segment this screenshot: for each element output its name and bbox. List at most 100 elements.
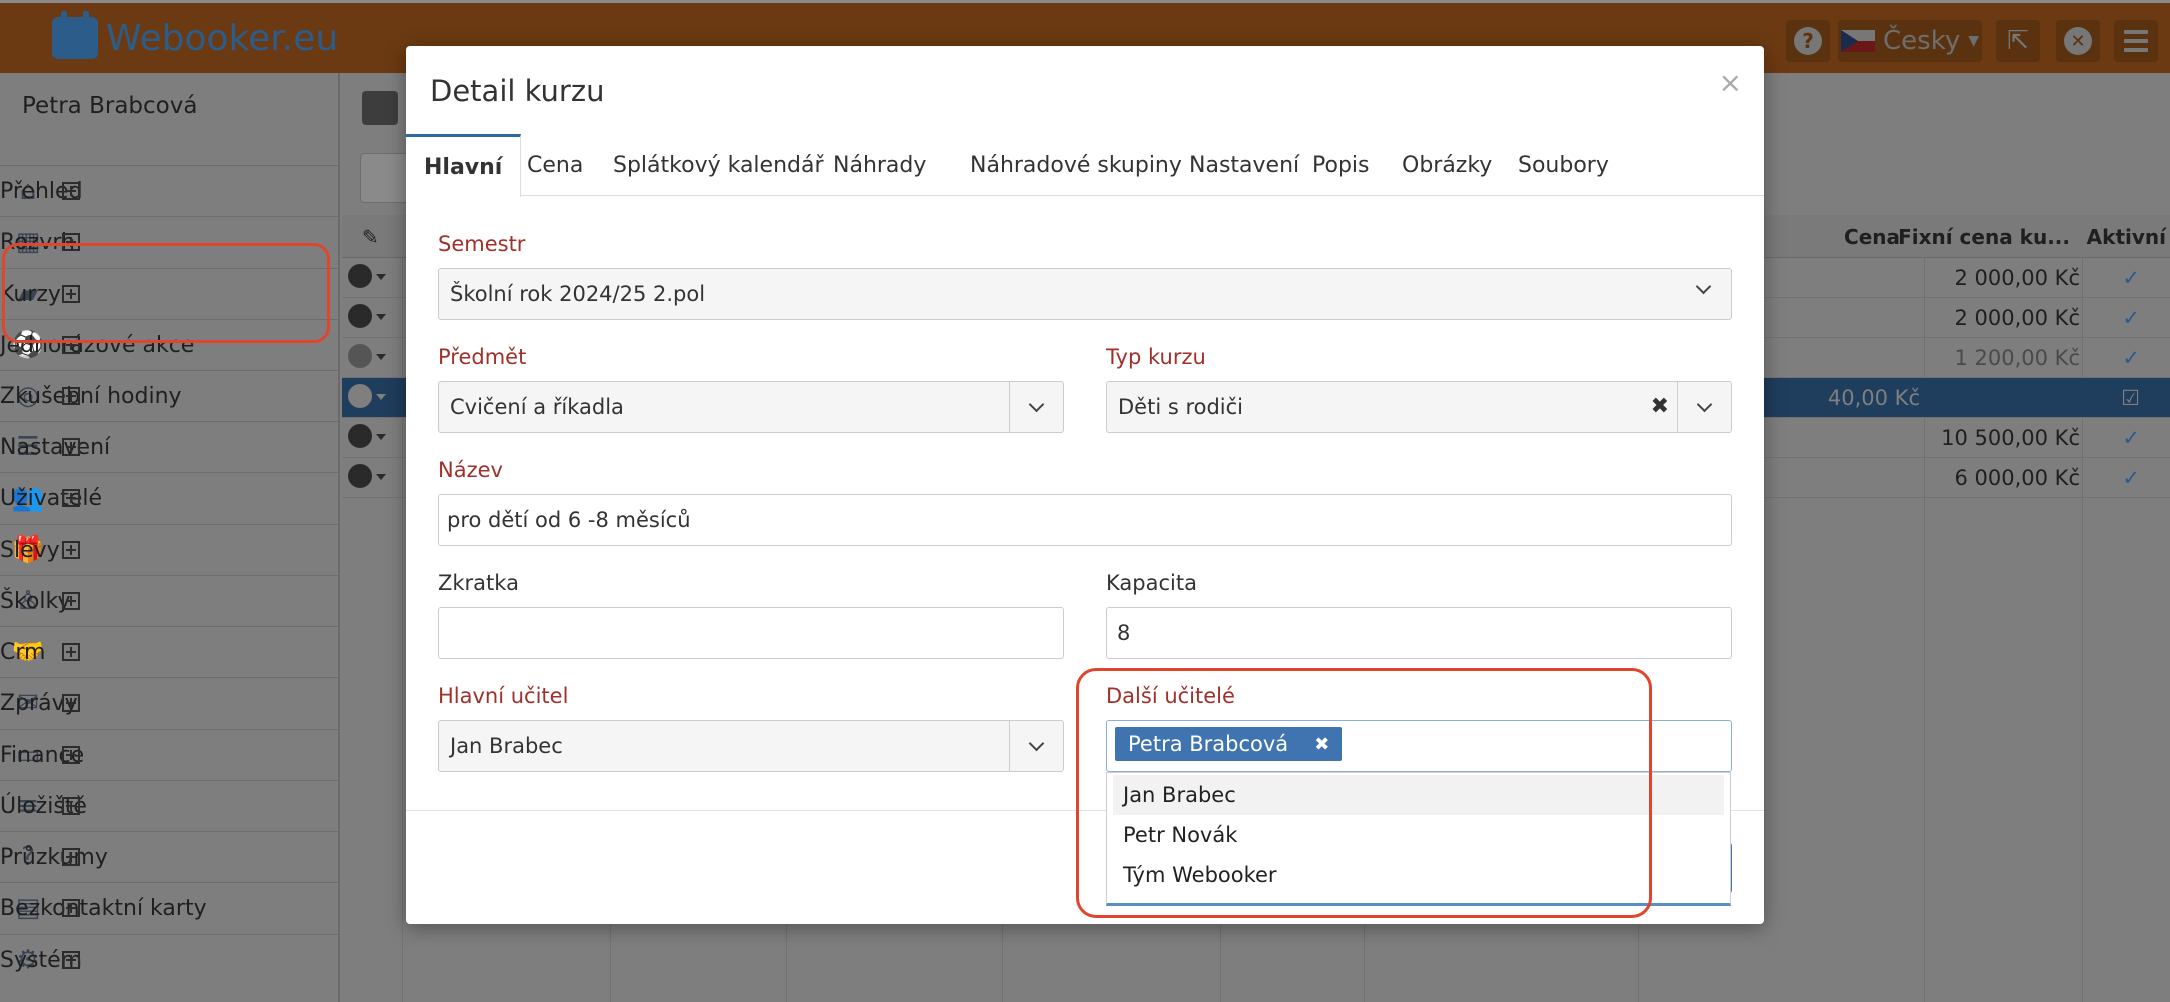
tab-popis[interactable]: Popis <box>1294 134 1387 196</box>
sidebar-item-zkusebni-hodiny[interactable]: ◎ Zkušební hodiny <box>0 370 338 421</box>
help-button[interactable]: ? <box>1786 20 1830 62</box>
brand-name: Webooker.eu <box>106 17 339 59</box>
predmet-value: Cvičení a říkadla <box>450 395 624 419</box>
hlavni-ucitel-label: Hlavní učitel <box>438 684 569 708</box>
check-icon: ✓ <box>2122 346 2140 370</box>
row-fixni-cena: 6 000,00 Kč <box>1954 466 2080 490</box>
kapacita-input[interactable]: 8 <box>1106 607 1732 659</box>
chevron-down-icon <box>1028 735 1045 751</box>
expand-icon[interactable] <box>62 899 80 917</box>
hlavni-ucitel-value: Jan Brabec <box>450 734 563 758</box>
gear-icon[interactable] <box>348 344 372 368</box>
close-icon[interactable]: × <box>1719 66 1742 99</box>
modal-title: Detail kurzu <box>430 74 605 108</box>
tab-nahradove-skupiny[interactable]: Náhradové skupiny <box>952 134 1200 196</box>
sidebar: Petra Brabcová ⌂ Přehled ▦ Rozvrh ▰ Kurzy ⚽… <box>0 73 340 1002</box>
nazev-value: pro dětí od 6 -8 měsíců <box>447 508 691 532</box>
zkratka-label: Zkratka <box>438 571 519 595</box>
check-icon: ✓ <box>2122 426 2140 450</box>
tab-splatkovy-kalendar[interactable]: Splátkový kalendář <box>595 134 842 196</box>
sidebar-item-label: Nastavení <box>0 434 111 460</box>
semestr-label: Semestr <box>438 232 526 256</box>
sidebar-item-label: Bezkontaktní karty <box>0 895 207 921</box>
external-link-icon: ⇱ <box>2007 26 2029 56</box>
sidebar-item-prehled[interactable]: ⌂ Přehled <box>0 165 338 216</box>
czech-flag-icon <box>1841 30 1875 52</box>
gear-icon[interactable] <box>348 464 372 488</box>
sidebar-item-label: Školky <box>0 588 71 614</box>
hlavni-ucitel-select[interactable]: Jan Brabec <box>438 720 1064 772</box>
tab-soubory[interactable]: Soubory <box>1500 134 1627 196</box>
sidebar-item-pruzkumy[interactable]: ? Průzkumy <box>0 831 338 882</box>
row-fixni-cena: 10 500,00 Kč <box>1941 426 2080 450</box>
nazev-input[interactable]: pro dětí od 6 -8 měsíců <box>438 494 1732 546</box>
zkratka-input[interactable] <box>438 607 1064 659</box>
column-header-cena[interactable]: Cena <box>1844 225 1900 249</box>
expand-icon[interactable] <box>62 541 80 559</box>
question-icon: ? <box>1794 27 1822 55</box>
predmet-dropdown-toggle[interactable] <box>1009 382 1063 432</box>
sidebar-item-uzivatele[interactable]: 👥 Uživatelé <box>0 472 338 523</box>
language-dropdown[interactable]: Česky ▼ <box>1838 20 1982 62</box>
calendar-logo-icon <box>52 11 98 59</box>
tab-nahrady[interactable]: Náhrady <box>815 134 944 196</box>
sidebar-item-bezkontaktni-karty[interactable]: ▤ Bezkontaktní karty <box>0 882 338 933</box>
check-icon: ✓ <box>2122 306 2140 330</box>
checkbox-icon[interactable]: ☑ <box>2121 386 2140 410</box>
expand-icon[interactable] <box>62 746 80 764</box>
sidebar-item-finance[interactable]: ▭ Finance <box>0 729 338 780</box>
chevron-down-icon <box>1695 278 1712 295</box>
typ-kurzu-dropdown-toggle[interactable] <box>1677 382 1731 432</box>
row-fixni-cena: 2 000,00 Kč <box>1954 306 2080 330</box>
semestr-value: Školní rok 2024/25 2.pol <box>450 282 706 306</box>
sidebar-item-zpravy[interactable]: ✉ Zprávy <box>0 677 338 728</box>
row-cena: 40,00 Kč <box>1827 386 1920 410</box>
column-header-aktivni[interactable]: Aktivní <box>2087 225 2166 249</box>
sidebar-item-slevy[interactable]: 🎁 Slevy <box>0 524 338 575</box>
clear-icon[interactable]: ✖ <box>1651 394 1669 419</box>
expand-icon[interactable] <box>62 182 80 200</box>
brand-logo[interactable]: Webooker.eu <box>52 11 339 63</box>
expand-icon[interactable] <box>62 643 80 661</box>
refresh-button[interactable] <box>362 91 398 125</box>
sidebar-item-nastaveni[interactable]: ☰ Nastavení <box>0 421 338 472</box>
chevron-down-icon <box>1028 396 1045 412</box>
gear-icon[interactable] <box>348 424 372 448</box>
hamburger-icon <box>2124 30 2148 52</box>
expand-icon[interactable] <box>62 387 80 405</box>
hlavni-ucitel-dropdown-toggle[interactable] <box>1009 721 1063 771</box>
sidebar-item-label: Průzkumy <box>0 844 108 870</box>
sidebar-item-label: Slevy <box>0 537 60 563</box>
menu-button[interactable] <box>2114 20 2158 62</box>
tab-cena[interactable]: Cena <box>509 134 601 196</box>
tab-obrazky[interactable]: Obrázky <box>1384 134 1510 196</box>
expand-icon[interactable] <box>62 438 80 456</box>
expand-icon[interactable] <box>62 848 80 866</box>
typ-kurzu-select[interactable]: Děti s rodiči ✖ <box>1106 381 1732 433</box>
gear-icon[interactable] <box>348 264 372 288</box>
close-circle-icon: ✕ <box>2064 27 2092 55</box>
logout-button[interactable]: ✕ <box>2056 20 2100 62</box>
expand-icon[interactable] <box>62 951 80 969</box>
check-icon: ✓ <box>2122 466 2140 490</box>
tab-hlavni[interactable]: Hlavní <box>406 134 522 197</box>
sidebar-item-crm[interactable]: 🤝 Crm <box>0 626 338 677</box>
column-header-fixni-cena[interactable]: Fixní cena ku... <box>1898 225 2070 249</box>
expand-icon[interactable] <box>62 694 80 712</box>
gear-icon[interactable] <box>348 304 372 328</box>
kapacita-value: 8 <box>1117 621 1131 645</box>
semestr-select[interactable]: Školní rok 2024/25 2.pol <box>438 268 1732 320</box>
gear-icon[interactable] <box>348 384 372 408</box>
predmet-label: Předmět <box>438 345 527 369</box>
predmet-select[interactable]: Cvičení a říkadla <box>438 381 1064 433</box>
kapacita-label: Kapacita <box>1106 571 1197 595</box>
expand-icon[interactable] <box>62 592 80 610</box>
expand-icon[interactable] <box>62 797 80 815</box>
sidebar-item-system[interactable]: ⚙ Systém <box>0 934 338 985</box>
expand-icon[interactable] <box>62 489 80 507</box>
sidebar-item-uloziste[interactable]: ≡ Úložiště <box>0 780 338 831</box>
sidebar-item-skolky[interactable]: ♙ Školky <box>0 575 338 626</box>
row-fixni-cena: 2 000,00 Kč <box>1954 266 2080 290</box>
open-external-button[interactable]: ⇱ <box>1996 20 2040 62</box>
sidebar-item-label: Zkušební hodiny <box>0 383 182 409</box>
